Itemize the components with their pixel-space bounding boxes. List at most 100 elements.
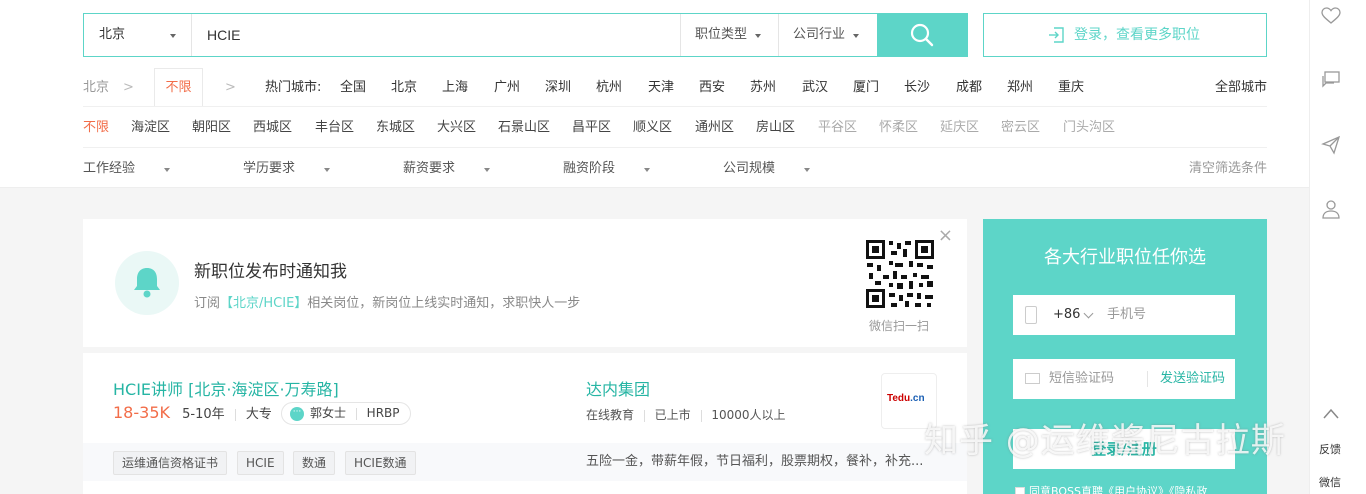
district-link[interactable]: 门头沟区 — [1063, 108, 1115, 148]
search-button[interactable] — [877, 13, 968, 57]
filter-education[interactable]: 学历要求 — [243, 149, 295, 189]
all-cities-link[interactable]: 全部城市 — [1215, 68, 1267, 107]
sms-code-placeholder[interactable]: 短信验证码 — [1049, 359, 1114, 399]
district-link[interactable]: 石景山区 — [498, 108, 550, 148]
job-tag: 运维通信资格证书 — [113, 451, 228, 475]
job-tags-row: 运维通信资格证书 HCIE 数通 HCIE数通 五险一金，带薪年假，节日福利，股… — [83, 443, 967, 481]
city-link[interactable]: 杭州 — [596, 68, 622, 107]
recruiter-chip[interactable]: ··· 郭女士 HRBP — [281, 402, 411, 425]
divider — [1147, 371, 1148, 387]
login-icon — [1049, 27, 1064, 43]
district-link[interactable]: 顺义区 — [633, 108, 672, 148]
chat-icon[interactable] — [1321, 70, 1341, 90]
message-icon — [1025, 373, 1040, 384]
agreement-checkbox[interactable] — [1015, 487, 1025, 494]
job-type-label: 职位类型 — [695, 27, 748, 42]
divider — [234, 408, 236, 421]
city-link[interactable]: 全国 — [340, 68, 366, 107]
register-button[interactable]: 登录/注册 — [1013, 429, 1235, 469]
district-link[interactable]: 密云区 — [1001, 108, 1040, 148]
caret-down-icon — [170, 34, 176, 38]
register-panel-title: 各大行业职位任你选 — [1044, 247, 1206, 268]
job-meta: 18-35K 5-10年 大专 — [113, 403, 272, 425]
industry-label: 公司行业 — [793, 27, 846, 42]
clear-filters-link[interactable]: 清空筛选条件 — [1189, 149, 1267, 189]
feedback-link[interactable]: 反馈 — [1319, 441, 1341, 457]
qr-label: 微信扫一扫 — [869, 319, 930, 333]
qr-code-icon — [865, 239, 935, 309]
job-card[interactable]: HCIE讲师 [北京·海淀区·万寿路] 18-35K 5-10年 大专 ··· … — [83, 353, 967, 494]
chevron-up-icon[interactable] — [1321, 404, 1341, 424]
city-link[interactable]: 天津 — [648, 68, 674, 107]
district-link[interactable]: 朝阳区 — [192, 108, 231, 148]
filter-salary[interactable]: 薪资要求 — [403, 149, 455, 189]
district-row: 不限 海淀区 朝阳区 西城区 丰台区 东城区 大兴区 石景山区 昌平区 顺义区 … — [83, 108, 1267, 148]
district-link[interactable]: 怀柔区 — [879, 108, 918, 148]
filter-experience[interactable]: 工作经验 — [83, 149, 135, 189]
user-icon[interactable] — [1321, 199, 1341, 219]
city-link[interactable]: 广州 — [494, 68, 520, 107]
divider — [355, 407, 357, 420]
login-button[interactable]: 登录，查看更多职位 — [983, 13, 1267, 57]
caret-down-icon — [644, 168, 650, 172]
company-logo[interactable]: Tedu.cn — [881, 373, 937, 429]
city-link[interactable]: 苏州 — [750, 68, 776, 107]
phone-input-placeholder[interactable]: 手机号 — [1107, 295, 1146, 335]
notify-keyword: 【北京/HCIE】 — [220, 296, 308, 311]
chat-icon: ··· — [290, 407, 304, 421]
district-link[interactable]: 延庆区 — [940, 108, 979, 148]
caret-down-icon — [164, 168, 170, 172]
phone-field[interactable]: +86 手机号 — [1013, 295, 1235, 335]
city-select-label: 北京 — [99, 27, 126, 42]
district-link[interactable]: 通州区 — [695, 108, 734, 148]
search-icon — [910, 23, 934, 47]
city-link[interactable]: 深圳 — [545, 68, 571, 107]
district-link[interactable]: 西城区 — [253, 108, 292, 148]
district-link[interactable]: 海淀区 — [131, 108, 170, 148]
send-icon[interactable] — [1321, 135, 1341, 155]
district-link[interactable]: 大兴区 — [437, 108, 476, 148]
city-link[interactable]: 重庆 — [1058, 68, 1084, 107]
company-meta: 在线教育 已上市 10000人以上 — [586, 406, 786, 423]
job-education: 大专 — [245, 407, 272, 422]
district-unlimited[interactable]: 不限 — [83, 108, 109, 148]
wechat-link[interactable]: 微信 — [1319, 474, 1341, 490]
job-tag: 数通 — [293, 451, 336, 475]
sms-code-field[interactable]: 短信验证码 发送验证码 — [1013, 359, 1235, 399]
district-link[interactable]: 昌平区 — [572, 108, 611, 148]
top-filter-area: 北京 职位类型 公司行业 登录，查看更多职位 北京 > 不限 — [0, 0, 1309, 188]
city-link[interactable]: 成都 — [956, 68, 982, 107]
city-link[interactable]: 长沙 — [904, 68, 930, 107]
industry-dropdown[interactable]: 公司行业 — [778, 14, 877, 56]
job-benefits: 五险一金，带薪年假，节日福利，股票期权，餐补，补充... — [586, 454, 924, 469]
city-select[interactable]: 北京 — [84, 14, 192, 56]
district-link[interactable]: 东城区 — [376, 108, 415, 148]
city-link[interactable]: 上海 — [442, 68, 468, 107]
district-link[interactable]: 丰台区 — [315, 108, 354, 148]
hot-cities-label: 热门城市: — [265, 80, 322, 95]
city-row: 北京 > 不限 > 热门城市: 全国 北京 上海 广州 深圳 杭州 天津 西安 … — [83, 68, 1267, 107]
company-stage: 已上市 — [654, 408, 691, 422]
current-city[interactable]: 北京 — [83, 68, 109, 107]
divider — [700, 409, 702, 422]
filter-funding[interactable]: 融资阶段 — [563, 149, 615, 189]
district-link[interactable]: 房山区 — [756, 108, 795, 148]
filter-company-size[interactable]: 公司规模 — [723, 149, 775, 189]
heart-icon[interactable] — [1321, 6, 1341, 26]
city-tab-unlimited[interactable]: 不限 — [154, 68, 203, 106]
job-tag: HCIE数通 — [345, 451, 416, 475]
job-title[interactable]: HCIE讲师 [北京·海淀区·万寿路] — [113, 376, 339, 400]
city-link[interactable]: 西安 — [699, 68, 725, 107]
district-link[interactable]: 平谷区 — [818, 108, 857, 148]
country-code-select[interactable]: +86 — [1053, 295, 1080, 335]
right-toolbar: 反馈 微信 — [1309, 0, 1366, 494]
city-link[interactable]: 武汉 — [802, 68, 828, 107]
city-link[interactable]: 郑州 — [1007, 68, 1033, 107]
send-code-button[interactable]: 发送验证码 — [1160, 359, 1225, 399]
search-input[interactable] — [193, 14, 679, 56]
city-link[interactable]: 北京 — [391, 68, 417, 107]
city-link[interactable]: 厦门 — [853, 68, 879, 107]
company-name[interactable]: 达内集团 — [586, 376, 650, 400]
job-type-dropdown[interactable]: 职位类型 — [680, 14, 778, 56]
close-icon[interactable]: × — [938, 225, 953, 246]
